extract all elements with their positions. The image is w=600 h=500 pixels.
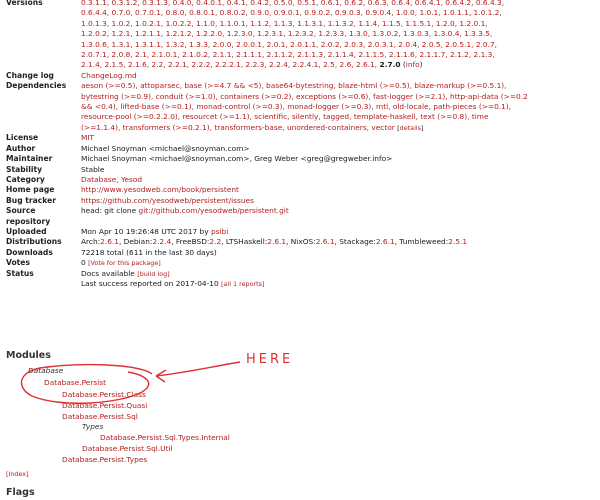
annotation-circle bbox=[20, 363, 153, 404]
annotation-arrow bbox=[155, 361, 241, 383]
annotation-here-text: HERE bbox=[246, 352, 294, 367]
hand-drawn-annotation bbox=[20, 361, 241, 404]
